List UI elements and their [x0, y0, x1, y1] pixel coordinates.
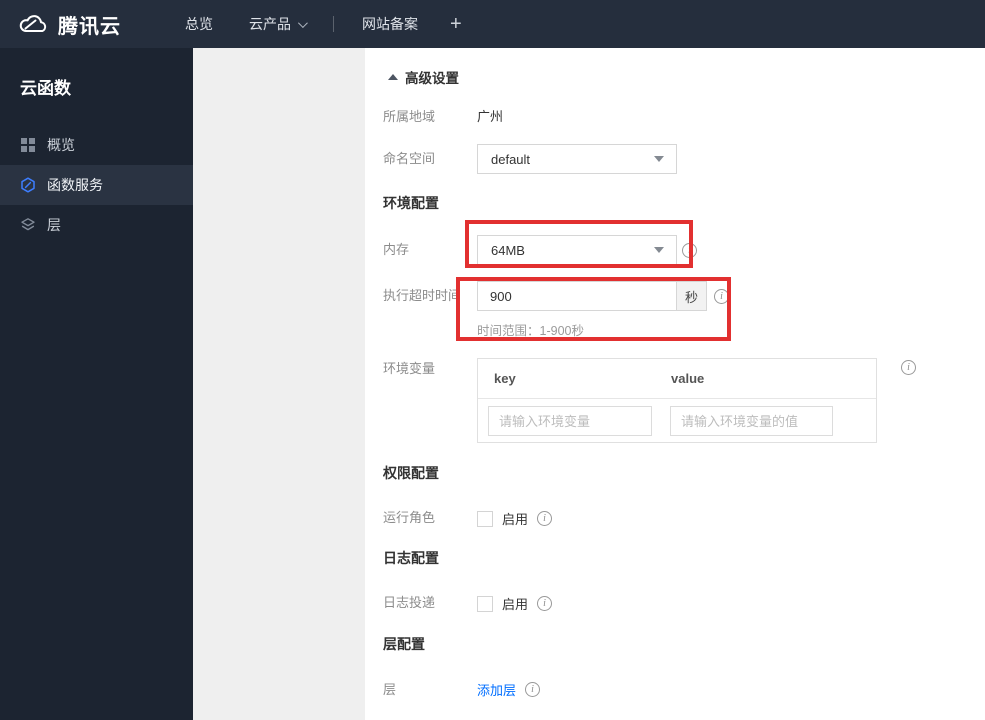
env-vars-table-header: key value — [478, 359, 876, 399]
grid-icon — [20, 137, 36, 153]
add-layer-link[interactable]: 添加层 — [477, 680, 516, 699]
timeout-input[interactable] — [477, 281, 677, 311]
layer-info-icon[interactable] — [525, 682, 541, 697]
namespace-selected-value: default — [491, 151, 531, 167]
sidebar-item-label: 函数服务 — [47, 177, 103, 193]
run-role-info-icon[interactable] — [537, 511, 553, 526]
run-role-checkbox[interactable] — [477, 510, 493, 527]
section-layer: 层配置 — [383, 636, 425, 652]
advanced-settings-label: 高级设置 — [405, 71, 459, 86]
brand-name: 腾讯云 — [58, 15, 121, 38]
sidebar-item-layer[interactable]: 层 — [0, 205, 193, 245]
caret-down-icon — [654, 247, 664, 253]
sidebar-item-label: 层 — [47, 217, 61, 233]
triangle-up-icon — [388, 74, 398, 80]
region-value: 广州 — [477, 109, 504, 124]
sidebar: 云函数 概览 函数服务 层 — [0, 48, 193, 720]
chevron-down-icon — [297, 17, 308, 28]
nav-divider — [333, 16, 334, 32]
log-delivery-info-icon[interactable] — [537, 596, 553, 611]
timeout-info-icon[interactable] — [714, 289, 729, 304]
nav-add-button[interactable]: + — [436, 0, 476, 48]
memory-select[interactable]: 64MB — [477, 235, 677, 265]
timeout-label: 执行超时时间 — [383, 288, 462, 303]
caret-down-icon — [654, 156, 664, 162]
env-key-column-header: key — [494, 371, 516, 386]
sidebar-item-label: 概览 — [47, 137, 75, 153]
env-value-input[interactable] — [670, 406, 833, 436]
log-delivery-enable-label: 启用 — [502, 597, 529, 612]
sidebar-item-function-service[interactable]: 函数服务 — [0, 165, 193, 205]
memory-label: 内存 — [383, 242, 410, 257]
function-config-form: 高级设置 所属地域 广州 命名空间 default 环境配置 内存 64MB 执… — [365, 48, 985, 720]
layer-label: 层 — [383, 682, 397, 697]
hexagon-scf-icon — [20, 177, 36, 193]
namespace-label: 命名空间 — [383, 151, 436, 166]
env-value-column-header: value — [671, 371, 705, 386]
env-vars-table: key value — [477, 358, 877, 443]
namespace-select[interactable]: default — [477, 144, 677, 174]
section-permission: 权限配置 — [383, 465, 439, 481]
env-vars-info-icon[interactable] — [901, 360, 916, 375]
log-delivery-label: 日志投递 — [383, 595, 436, 610]
nav-label: 云产品 — [249, 16, 291, 32]
env-vars-table-row — [478, 399, 876, 443]
nav-item-overview[interactable]: 总览 — [167, 0, 231, 48]
tencent-cloud-logo[interactable]: 腾讯云 — [0, 10, 137, 39]
layers-icon — [20, 217, 36, 233]
advanced-settings-toggle[interactable]: 高级设置 — [388, 67, 459, 87]
collapsed-list-panel — [193, 48, 365, 720]
log-delivery-checkbox[interactable] — [477, 595, 493, 612]
nav-item-cloud-products[interactable]: 云产品 — [231, 0, 323, 48]
run-role-label: 运行角色 — [383, 510, 436, 525]
memory-info-icon[interactable] — [682, 243, 697, 258]
section-log: 日志配置 — [383, 550, 439, 566]
sidebar-item-overview[interactable]: 概览 — [0, 125, 193, 165]
region-label: 所属地域 — [383, 109, 436, 124]
env-vars-label: 环境变量 — [383, 361, 436, 376]
sidebar-title: 云函数 — [20, 79, 71, 98]
env-key-input[interactable] — [488, 406, 652, 436]
nav-label: 总览 — [185, 16, 213, 32]
cloud-logo-icon — [16, 12, 48, 36]
timeout-unit: 秒 — [677, 281, 707, 311]
nav-label: 网站备案 — [362, 16, 418, 32]
run-role-enable-label: 启用 — [502, 512, 529, 527]
plus-icon: + — [450, 12, 462, 35]
memory-selected-value: 64MB — [491, 242, 525, 258]
sidebar-menu: 概览 函数服务 层 — [0, 125, 193, 245]
top-navigation: 总览 云产品 网站备案 + — [167, 0, 476, 48]
section-environment: 环境配置 — [383, 195, 439, 211]
nav-item-icp-filing[interactable]: 网站备案 — [344, 0, 436, 48]
timeout-range-hint: 时间范围：1-900秒 — [477, 324, 584, 338]
topbar: 腾讯云 总览 云产品 网站备案 + — [0, 0, 985, 48]
